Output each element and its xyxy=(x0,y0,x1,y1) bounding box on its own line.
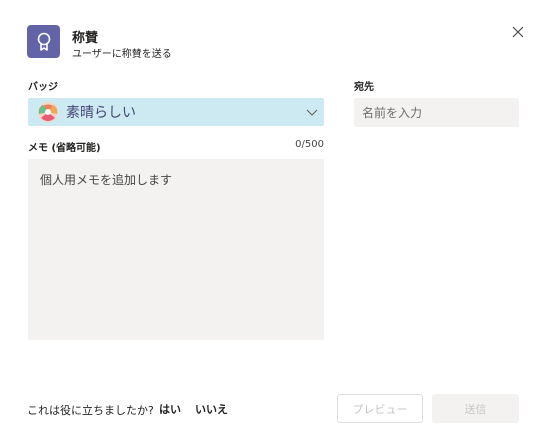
recipient-label: 宛先 xyxy=(354,82,374,93)
chevron-down-icon xyxy=(306,109,318,116)
send-button[interactable]: 送信 xyxy=(432,394,519,423)
feedback-no-link[interactable]: いいえ xyxy=(195,401,228,417)
recipient-input[interactable] xyxy=(354,98,519,127)
close-icon[interactable] xyxy=(510,24,526,40)
memo-char-counter: 0/500 xyxy=(295,139,324,150)
awesome-badge-icon xyxy=(38,102,58,122)
feedback-yes-link[interactable]: はい xyxy=(159,401,181,417)
praise-app-icon xyxy=(27,25,60,58)
badge-dropdown[interactable]: 素晴らしい xyxy=(28,98,324,126)
dialog-title: 称賛 xyxy=(72,31,99,46)
badge-selected-value: 素晴らしい xyxy=(66,105,136,121)
memo-textarea[interactable] xyxy=(28,159,324,340)
memo-label: メモ (省略可能) xyxy=(28,143,101,154)
feedback-question: これは役に立ちましたか? xyxy=(27,404,154,417)
badge-label: バッジ xyxy=(28,82,58,93)
preview-button[interactable]: プレビュー xyxy=(337,394,423,423)
dialog-subtitle: ユーザーに称賛を送る xyxy=(72,49,172,60)
award-ribbon-icon xyxy=(37,32,50,51)
